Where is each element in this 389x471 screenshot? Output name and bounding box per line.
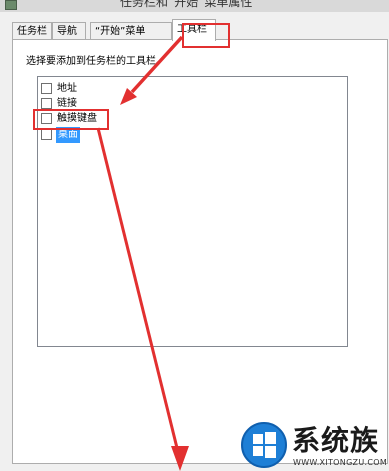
annotation-arrows <box>96 35 189 471</box>
arrow-shaft-down <box>96 127 180 453</box>
watermark-url: WWW.XITONGZU.COM <box>293 458 388 467</box>
arrow-shaft-to-tab <box>130 35 184 94</box>
watermark-brand: 系统族 <box>292 424 380 457</box>
watermark: 系统族 WWW.XITONGZU.COM <box>238 418 389 471</box>
windows-logo-icon <box>241 422 287 468</box>
arrow-head-down <box>171 446 189 471</box>
